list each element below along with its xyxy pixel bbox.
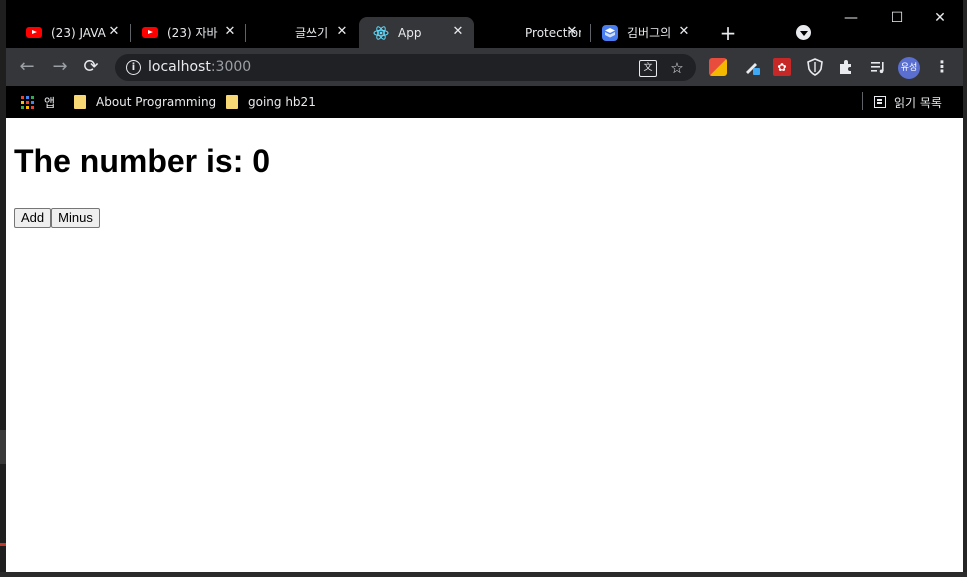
add-button[interactable]: Add [14,208,52,228]
background-window-edge [963,0,967,577]
minus-button[interactable]: Minus [51,208,100,228]
tab-close-icon[interactable]: ✕ [222,24,238,40]
tab-write[interactable]: 글쓰기 ✕ [246,17,358,48]
taskbar-edge [0,572,967,577]
back-arrow-icon[interactable]: ← [17,57,37,77]
folder-icon [226,95,238,109]
tab-title: App [398,25,422,40]
bookmarks-separator [862,92,863,110]
browser-toolbar: ← → ⟳ i localhost:3000 文 ☆ ✿ 유성 ⋮ [6,48,963,86]
tab-youtube-korean[interactable]: (23) 자바 ✕ [128,17,246,48]
tab-close-icon[interactable]: ✕ [676,24,692,40]
tab-close-icon[interactable]: ✕ [564,24,580,40]
extension-red-icon[interactable]: ✿ [773,58,791,76]
tab-youtube-java[interactable]: (23) JAVA ✕ [12,17,130,48]
tab-title: (23) JAVA [51,25,106,40]
minimize-button[interactable]: — [828,6,874,30]
browser-window: (23) JAVA ✕ (23) 자바 ✕ 글쓰기 ✕ App ✕ Protec… [6,0,963,572]
blank-favicon-icon [490,25,506,41]
youtube-icon [142,25,158,41]
media-queue-icon[interactable] [869,58,887,76]
profile-avatar[interactable]: 유성 [898,57,920,79]
close-window-button[interactable]: ✕ [917,6,963,30]
page-viewport: The number is: 0 Add Minus [6,118,963,572]
tab-close-icon[interactable]: ✕ [106,24,122,40]
folder-icon [74,95,86,109]
maximize-button[interactable]: ☐ [874,6,920,30]
bookmark-star-icon[interactable]: ☆ [668,59,686,77]
tab-close-icon[interactable]: ✕ [334,24,350,40]
tab-app[interactable]: App ✕ [359,17,474,48]
react-icon [373,25,389,41]
bookmark-label: going hb21 [248,95,316,109]
bookmark-about-programming[interactable]: About Programming [74,92,216,112]
tab-close-icon[interactable]: ✕ [450,24,466,40]
apps-grid-icon [21,95,34,109]
site-info-icon[interactable]: i [126,60,141,75]
button-row: Add Minus [14,208,100,228]
forward-arrow-icon[interactable]: → [50,57,70,77]
url-host: localhost [148,59,211,75]
extension-shield-icon[interactable] [709,58,727,76]
tab-search-icon[interactable] [796,25,811,40]
translate-icon[interactable]: 文 [639,60,657,77]
page-title: The number is: 0 [14,143,271,179]
apps-label: 앱 [44,95,56,110]
tab-title: (23) 자바 [167,26,218,40]
reload-icon[interactable]: ⟳ [81,57,101,77]
apps-shortcut[interactable]: 앱 [21,92,55,112]
reading-list-label: 읽기 목록 [894,95,942,110]
url-text[interactable]: localhost:3000 [148,59,251,75]
extensions-puzzle-icon[interactable] [837,58,855,76]
reading-list-button[interactable]: 읽기 목록 [874,92,942,112]
address-bar[interactable]: i localhost:3000 文 ☆ [115,54,696,81]
blank-favicon-icon [260,25,276,41]
bookmark-going-hb21[interactable]: going hb21 [226,92,316,112]
extension-shield-outline-icon[interactable] [806,58,824,76]
extension-pen-icon[interactable] [743,58,761,76]
tab-title: 김버그의 [627,26,672,40]
tab-kimbug[interactable]: 김버그의 ✕ [588,17,700,48]
reading-list-icon [874,96,886,108]
bookmark-label: About Programming [96,95,217,109]
new-tab-button[interactable]: + [717,22,739,44]
bookmarks-bar: 앱 About Programming going hb21 읽기 목록 [6,86,963,118]
tab-strip: (23) JAVA ✕ (23) 자바 ✕ 글쓰기 ✕ App ✕ Protec… [6,0,963,48]
tab-protection[interactable]: Protection ✕ [476,17,588,48]
menu-dots-icon[interactable]: ⋮ [934,57,950,77]
cube-icon [602,24,618,41]
youtube-icon [26,25,42,41]
url-port: :3000 [210,59,252,75]
